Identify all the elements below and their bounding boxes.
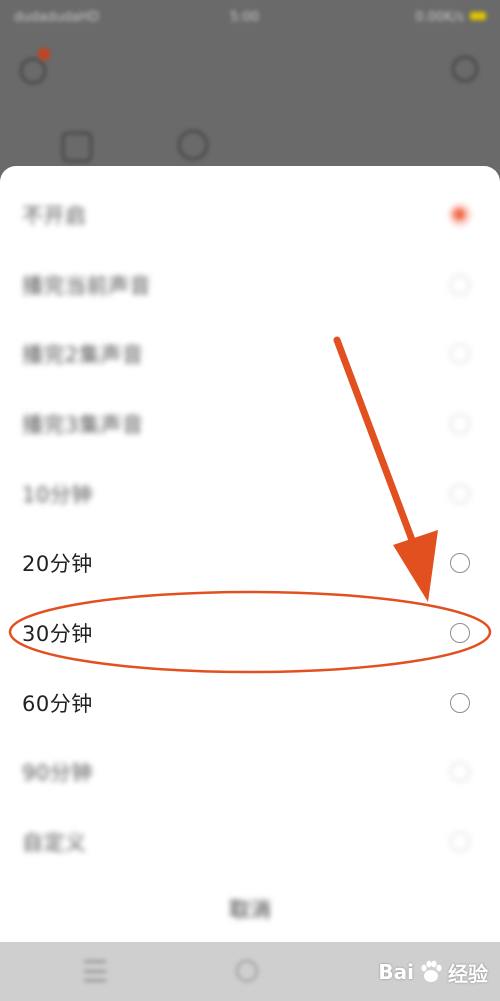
timer-option-label: 30分钟	[22, 621, 93, 646]
timer-option[interactable]: 不开启	[0, 180, 500, 250]
timer-option[interactable]: 播完2集声音	[0, 319, 500, 389]
timer-option[interactable]: 播完当前声音	[0, 250, 500, 320]
radio-icon[interactable]	[450, 274, 470, 295]
settings-icon	[452, 56, 478, 82]
timer-option-label: 播完3集声音	[22, 412, 144, 437]
timer-option-label: 自定义	[22, 831, 87, 856]
radio-icon[interactable]	[450, 832, 470, 853]
menu-icon[interactable]	[84, 960, 106, 982]
radio-icon[interactable]	[450, 692, 470, 713]
status-bar: dudadudaHD 5:00 0.00K/s	[0, 0, 500, 36]
radio-selected-icon[interactable]	[450, 204, 470, 225]
watermark-text-2: 经验	[448, 961, 488, 986]
status-network-speed: 0.00K/s	[415, 10, 464, 25]
timer-option-label: 20分钟	[22, 552, 93, 577]
radio-icon[interactable]	[450, 762, 470, 783]
bottom-nav: Bai 经验	[0, 942, 500, 1001]
battery-icon	[470, 12, 486, 20]
timer-option-label: 60分钟	[22, 691, 93, 716]
timer-option-label: 10分钟	[22, 482, 93, 507]
notification-badge	[38, 48, 50, 60]
tab-icon-left	[62, 132, 92, 162]
timer-option[interactable]: 20分钟	[0, 528, 500, 598]
status-carrier: dudadudaHD	[14, 10, 100, 25]
timer-option[interactable]: 10分钟	[0, 459, 500, 529]
paw-icon	[421, 960, 442, 982]
radio-icon[interactable]	[450, 413, 470, 434]
timer-option[interactable]: 60分钟	[0, 668, 500, 738]
radio-icon[interactable]	[450, 553, 470, 574]
timer-option[interactable]: 30分钟	[0, 598, 500, 668]
status-time: 5:00	[230, 10, 260, 25]
radio-icon[interactable]	[450, 622, 470, 643]
timer-option-label: 90分钟	[22, 761, 93, 786]
radio-icon[interactable]	[450, 344, 470, 365]
message-icon	[20, 58, 46, 84]
home-icon[interactable]	[236, 960, 258, 982]
tab-icon-right	[178, 130, 208, 160]
radio-icon[interactable]	[450, 483, 470, 504]
sleep-timer-sheet: 不开启播完当前声音 播完2集声音 播完3集声音 10分钟 20分钟 30分钟 60分钟 90分…	[0, 166, 500, 942]
watermark: Bai 经验	[378, 954, 488, 990]
timer-option[interactable]: 自定义	[0, 807, 500, 877]
timer-option-label: 播完当前声音	[22, 273, 151, 298]
timer-option[interactable]: 播完3集声音	[0, 389, 500, 459]
timer-option[interactable]: 90分钟	[0, 738, 500, 808]
timer-option-label: 播完2集声音	[22, 343, 144, 368]
cancel-button[interactable]: 取消	[0, 888, 500, 932]
watermark-text: Bai	[378, 960, 414, 984]
timer-option-label: 不开启	[22, 203, 87, 228]
timer-options-list: 不开启播完当前声音 播完2集声音 播完3集声音 10分钟 20分钟 30分钟 60分钟 90分…	[0, 180, 500, 877]
